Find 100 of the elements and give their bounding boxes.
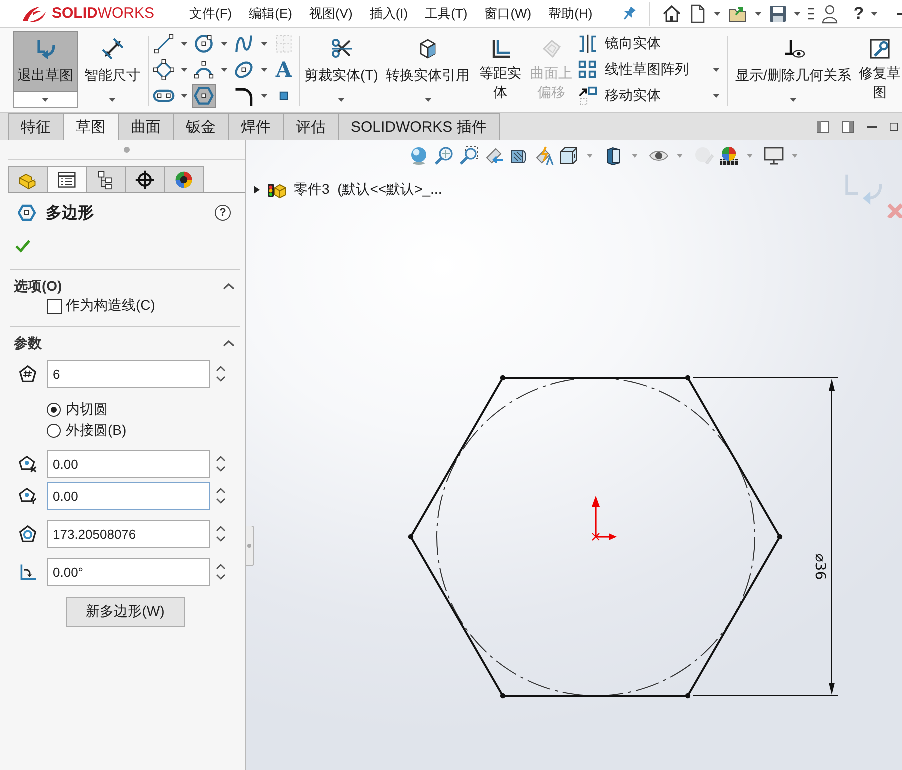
- circle-tool-button[interactable]: [192, 32, 216, 56]
- caret-icon[interactable]: [181, 94, 188, 98]
- new-document-icon[interactable]: [688, 4, 707, 24]
- linear-pattern-button[interactable]: 线性草图阵列: [576, 58, 691, 82]
- help-button[interactable]: ?: [215, 205, 231, 221]
- expand-arrow-icon[interactable]: [254, 186, 260, 194]
- user-icon[interactable]: [820, 4, 839, 24]
- panel-tab[interactable]: [164, 166, 204, 192]
- caret-icon[interactable]: [794, 12, 801, 16]
- angle-field[interactable]: 0.00°: [47, 558, 210, 586]
- ok-check-icon[interactable]: [15, 239, 31, 253]
- parallelogram-tool-button[interactable]: [152, 58, 176, 82]
- view-cube-icon[interactable]: [559, 146, 579, 166]
- monitor-icon[interactable]: [764, 146, 784, 166]
- tab[interactable]: 钣金: [173, 113, 229, 140]
- spin-up-icon[interactable]: [216, 564, 226, 570]
- zoom-area-icon[interactable]: [459, 146, 479, 166]
- panel-tab[interactable]: [86, 166, 126, 192]
- menu-item[interactable]: 帮助(H): [548, 4, 593, 22]
- scene-ball-icon[interactable]: [719, 146, 739, 166]
- panel-tab[interactable]: [125, 166, 165, 192]
- spin-up-icon[interactable]: [216, 366, 226, 372]
- caret-icon[interactable]: [221, 68, 228, 72]
- caret-icon[interactable]: [181, 68, 188, 72]
- menu-item[interactable]: 窗口(W): [484, 4, 532, 22]
- caret-icon[interactable]: [261, 68, 268, 72]
- help-button[interactable]: ?: [854, 4, 864, 24]
- maximize-icon[interactable]: [890, 122, 898, 132]
- collapse-chevron-icon[interactable]: [223, 283, 235, 290]
- caret-icon[interactable]: [221, 42, 228, 46]
- minimize-icon[interactable]: [867, 126, 877, 128]
- tree-item-label[interactable]: 零件3 (默认<<默认>_...: [294, 181, 442, 199]
- spin-down-icon[interactable]: [216, 498, 226, 504]
- line-tool-button[interactable]: [152, 32, 176, 56]
- caret-icon[interactable]: [713, 94, 720, 98]
- spin-up-icon[interactable]: [216, 456, 226, 462]
- spin-up-icon[interactable]: [216, 526, 226, 532]
- grip-icon[interactable]: [124, 146, 130, 152]
- zoom-fit-icon[interactable]: [434, 146, 454, 166]
- smart-dimension-button[interactable]: 智能尺寸: [80, 31, 145, 92]
- repair-sketch-button[interactable]: 修复草图: [858, 31, 902, 108]
- annotation-view-icon[interactable]: [534, 146, 554, 166]
- center-y-field[interactable]: 0.00: [47, 482, 210, 510]
- text-tool-button[interactable]: A: [272, 58, 296, 82]
- panel-tab[interactable]: [47, 166, 87, 192]
- checkbox-label[interactable]: 作为构造线(C): [66, 297, 156, 315]
- dropdown-button[interactable]: [13, 92, 78, 108]
- tab[interactable]: 草图: [63, 113, 119, 140]
- mirror-entities-button[interactable]: 镜向实体: [576, 32, 663, 56]
- tab[interactable]: 焊件: [228, 113, 284, 140]
- checkbox[interactable]: [47, 298, 62, 314]
- convert-entities-button[interactable]: 转换实体引用: [382, 31, 474, 92]
- section-title[interactable]: 选项(O): [14, 278, 62, 296]
- tab[interactable]: 曲面: [118, 113, 174, 140]
- save-icon[interactable]: [768, 4, 787, 22]
- radio-button[interactable]: [47, 403, 61, 417]
- caret-icon[interactable]: [714, 12, 721, 16]
- sphere-icon[interactable]: [409, 146, 429, 166]
- spin-down-icon[interactable]: [216, 376, 226, 382]
- center-x-field[interactable]: 0.00: [47, 450, 210, 478]
- caret-icon[interactable]: [754, 12, 762, 16]
- caret-icon[interactable]: [261, 94, 268, 98]
- move-entities-button[interactable]: 移动实体: [576, 84, 663, 108]
- menu-icon[interactable]: [808, 6, 814, 20]
- collapse-chevron-icon[interactable]: [223, 340, 235, 347]
- panel-collapse-handle[interactable]: [246, 526, 254, 566]
- home-icon[interactable]: [662, 4, 682, 24]
- caret-icon[interactable]: [713, 68, 720, 72]
- menu-item[interactable]: 文件(F): [190, 4, 232, 22]
- spin-up-icon[interactable]: [216, 488, 226, 494]
- tab[interactable]: SOLIDWORKS 插件: [338, 113, 500, 140]
- section-title[interactable]: 参数: [14, 334, 42, 352]
- offset-entities-button[interactable]: 等距实体: [476, 31, 525, 108]
- caret-icon[interactable]: [261, 42, 268, 46]
- new-polygon-button[interactable]: 新多边形(W): [66, 597, 185, 627]
- tab[interactable]: 评估: [283, 113, 339, 140]
- radio-button[interactable]: [47, 424, 61, 438]
- menu-item[interactable]: 编辑(E): [249, 4, 292, 22]
- radio-label[interactable]: 外接圆(B): [66, 422, 127, 440]
- exit-sketch-button[interactable]: 退出草图: [13, 31, 78, 92]
- trim-button[interactable]: 剪裁实体(T): [303, 31, 380, 92]
- previous-view-icon[interactable]: [484, 146, 504, 166]
- menu-item[interactable]: 视图(V): [309, 4, 353, 22]
- sides-count-field[interactable]: 6: [47, 360, 210, 388]
- diameter-field[interactable]: 173.20508076: [47, 520, 210, 548]
- pattern-icon: [578, 60, 598, 80]
- menu-item[interactable]: 工具(T): [425, 4, 468, 22]
- tab[interactable]: 特征: [8, 113, 64, 140]
- vertex-point: [685, 375, 691, 381]
- dimension-text[interactable]: ⌀36: [812, 554, 828, 580]
- relations-button[interactable]: 显示/删除几何关系: [731, 31, 856, 92]
- spin-down-icon[interactable]: [216, 466, 226, 472]
- tile-left-icon[interactable]: [817, 120, 829, 132]
- radio-label[interactable]: 内切圆: [66, 401, 108, 419]
- spin-down-icon[interactable]: [216, 574, 226, 580]
- tile-right-icon[interactable]: [842, 120, 854, 132]
- menu-item[interactable]: 插入(I): [370, 4, 408, 22]
- spin-down-icon[interactable]: [216, 536, 226, 542]
- caret-icon[interactable]: [871, 12, 878, 16]
- caret-icon[interactable]: [181, 42, 188, 46]
